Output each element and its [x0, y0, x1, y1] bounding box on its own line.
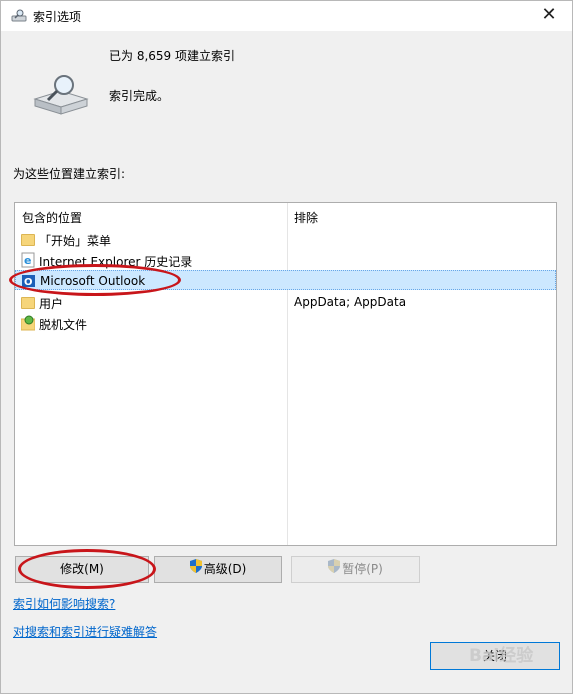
folder-icon [21, 231, 35, 247]
location-name: 用户 [39, 297, 64, 311]
search-drive-icon [11, 9, 27, 26]
location-name: Microsoft Outlook [40, 274, 146, 288]
ie-icon: e [21, 252, 35, 268]
svg-text:e: e [24, 254, 31, 267]
offline-files-icon [20, 315, 36, 331]
watermark: Bai经验 [469, 646, 534, 666]
advanced-button[interactable]: 高级(D) [154, 556, 282, 583]
location-name: 脱机文件 [39, 318, 88, 332]
location-name: Internet Explorer 历史记录 [39, 255, 193, 269]
index-options-window: 索引选项 ✕ 已为 8,659 项建立索引 索引完成。 为这些位置建立索引: 包… [0, 0, 573, 694]
locations-label: 为这些位置建立索引: [13, 167, 126, 181]
location-name: 「开始」菜单 [39, 234, 112, 248]
list-item[interactable]: 用户 AppData; AppData [15, 292, 556, 312]
outlook-icon: O [22, 273, 36, 289]
pause-button[interactable]: 暂停(P) [291, 556, 420, 583]
pause-label: 暂停(P) [342, 562, 383, 576]
list-item[interactable]: 「开始」菜单 [15, 229, 556, 249]
svg-text:O: O [24, 277, 33, 288]
modify-button[interactable]: 修改(M) [15, 556, 149, 583]
location-excluded: AppData; AppData [294, 295, 407, 309]
uac-shield-icon [189, 557, 202, 582]
close-icon[interactable]: ✕ [534, 4, 564, 28]
list-item-selected[interactable]: O Microsoft Outlook [15, 270, 556, 290]
list-item[interactable]: 脱机文件 [15, 313, 556, 333]
indexing-status-text: 索引完成。 [109, 89, 170, 103]
indexed-locations-list[interactable]: 包含的位置 排除 「开始」菜单 e Internet Explorer 历史记录… [14, 202, 557, 546]
title-bar: 索引选项 ✕ [1, 1, 572, 31]
indexing-drive-icon [31, 73, 91, 122]
window-title: 索引选项 [33, 10, 82, 24]
troubleshoot-link[interactable]: 对搜索和索引进行疑难解答 [13, 623, 157, 640]
excluded-header[interactable]: 排除 [294, 209, 318, 226]
folder-icon [21, 294, 35, 310]
uac-shield-icon [328, 557, 341, 582]
advanced-label: 高级(D) [203, 562, 247, 576]
list-item[interactable]: e Internet Explorer 历史记录 [15, 250, 556, 270]
included-locations-header[interactable]: 包含的位置 [22, 209, 82, 226]
indexed-count-text: 已为 8,659 项建立索引 [109, 49, 235, 63]
how-indexing-affects-search-link[interactable]: 索引如何影响搜索? [13, 595, 115, 612]
